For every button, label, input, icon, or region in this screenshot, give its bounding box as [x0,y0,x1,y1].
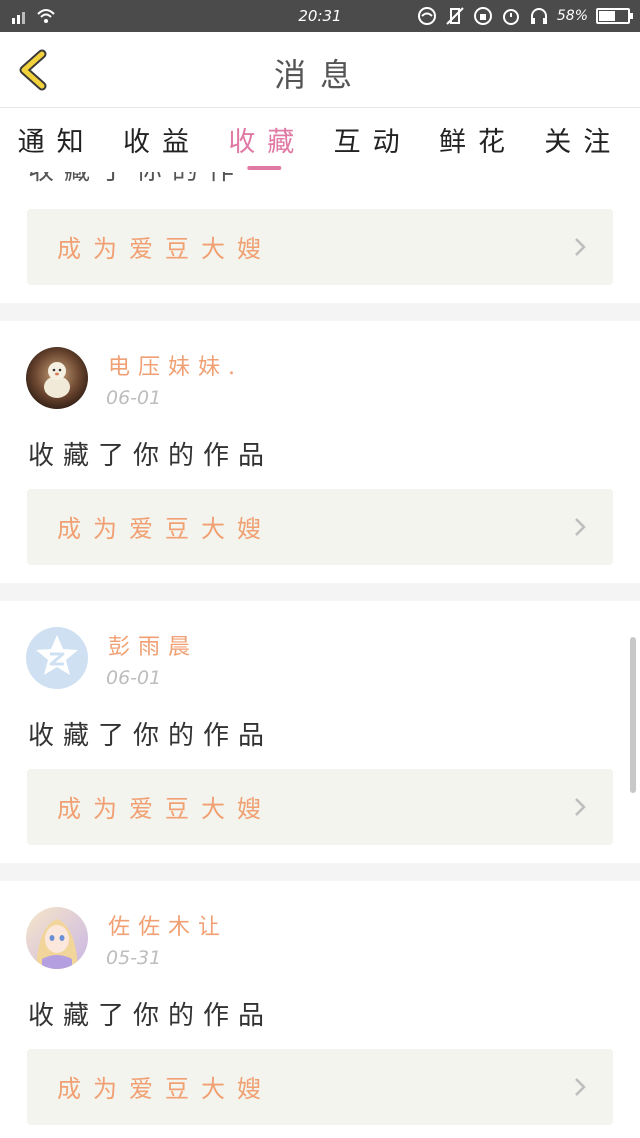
promo-banner[interactable]: 成为爱豆大嫂 [27,489,613,565]
tab-interactions[interactable]: 互动 [334,110,412,172]
promo-text: 成为爱豆大嫂 [57,515,273,543]
default-avatar-icon [26,627,88,689]
message-list[interactable]: 收藏了你的作品 成为爱豆大嫂 电压妹妹. 06-01 收藏了你的作品 成为爱豆大… [0,172,640,1138]
chevron-right-icon [575,238,586,256]
promo-banner[interactable]: 成为爱豆大嫂 [27,769,613,845]
tab-label: 收藏 [228,127,307,158]
rotation-lock-icon [473,7,492,25]
promo-text: 成为爱豆大嫂 [57,235,273,263]
timestamp: 06-01 [106,667,162,689]
tab-flowers[interactable]: 鲜花 [439,110,517,172]
tab-label: 收益 [122,127,201,158]
tab-label: 通知 [17,127,96,158]
promo-text: 成为爱豆大嫂 [57,795,273,823]
chevron-right-icon [575,518,586,536]
battery-fill [599,11,615,21]
tab-bar: 通知 收益 收藏 互动 鲜花 关注 [0,110,640,172]
page-title: 消息 [273,56,366,94]
promo-text: 成为爱豆大嫂 [57,1075,273,1103]
eye-comfort-icon [417,7,436,25]
username[interactable]: 佐佐木让 [108,909,228,941]
alarm-icon [502,9,519,25]
avatar[interactable] [26,907,88,969]
timestamp: 06-01 [106,387,162,409]
scrollbar[interactable] [630,637,636,793]
headphones-icon [530,8,547,24]
divider [0,303,640,321]
timestamp: 05-31 [106,947,162,969]
status-right: 58% [417,6,633,26]
chevron-right-icon [575,1078,586,1096]
divider [0,863,640,881]
battery-icon [596,8,633,24]
promo-banner[interactable]: 成为爱豆大嫂 [27,1049,613,1125]
partial-action-text: 收藏了你的作品 [28,172,278,182]
action-text: 收藏了你的作品 [28,441,274,471]
avatar[interactable] [26,347,88,409]
tab-favorites[interactable]: 收藏 [228,110,306,172]
tab-label: 关注 [544,127,623,158]
username[interactable]: 电压妹妹. [108,349,243,381]
tab-following[interactable]: 关注 [544,110,622,172]
tab-earnings[interactable]: 收益 [123,110,201,172]
list-item: 佐佐木让 05-31 收藏了你的作品 成为爱豆大嫂 [0,881,640,1138]
tab-label: 互动 [333,127,412,158]
divider [0,583,640,601]
list-item: 彭雨晨 06-01 收藏了你的作品 成为爱豆大嫂 [0,601,640,863]
action-text: 收藏了你的作品 [28,721,274,751]
action-text: 收藏了你的作品 [28,1001,274,1031]
header: 消息 [0,32,640,108]
avatar[interactable] [26,627,88,689]
list-item: 电压妹妹. 06-01 收藏了你的作品 成为爱豆大嫂 [0,321,640,583]
avatar-image [26,347,88,409]
status-bar: 20:31 58% [0,0,640,32]
promo-banner[interactable]: 成为爱豆大嫂 [27,209,613,285]
chevron-right-icon [575,798,586,816]
tab-notifications[interactable]: 通知 [18,110,96,172]
avatar-image [26,907,88,969]
tab-label: 鲜花 [438,127,517,158]
vibrate-icon [446,7,464,25]
active-tab-indicator [247,166,282,170]
battery-percent: 58% [556,8,588,24]
username[interactable]: 彭雨晨 [108,629,198,661]
